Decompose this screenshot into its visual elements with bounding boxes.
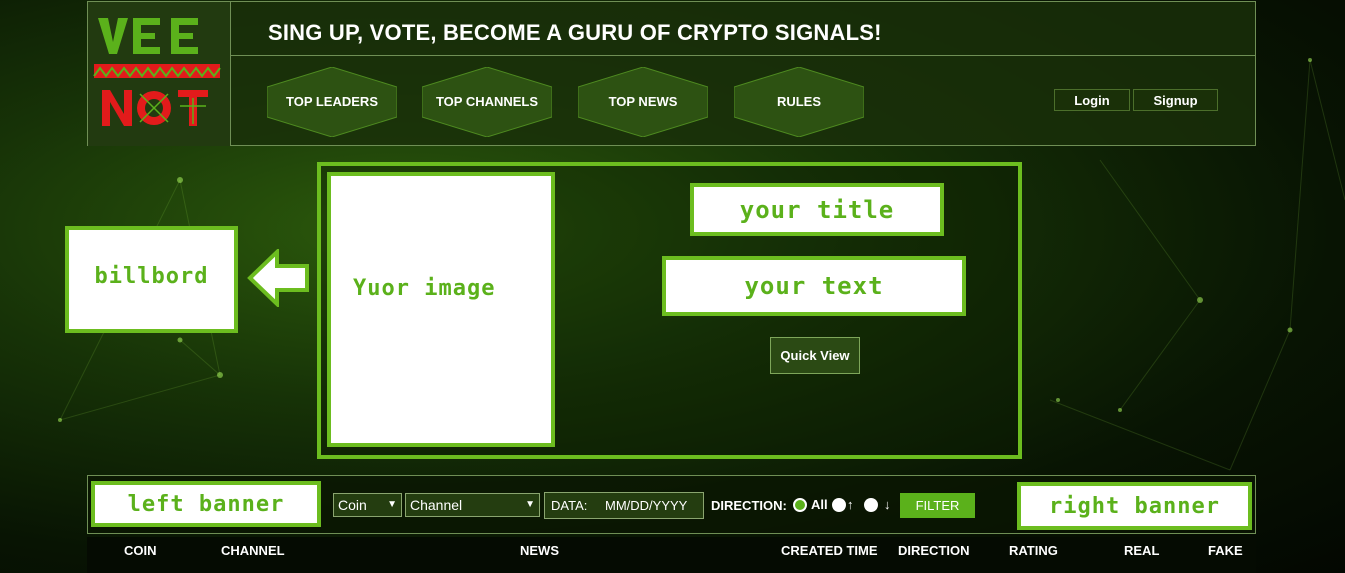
title-label: your title: [739, 195, 895, 224]
chevron-down-icon: ▼: [525, 499, 535, 510]
nav-label: TOP NEWS: [608, 94, 678, 109]
right-banner[interactable]: right banner: [1017, 482, 1252, 530]
title-box[interactable]: your title: [690, 183, 944, 236]
text-label: your text: [744, 272, 884, 300]
nav-rules[interactable]: RULES: [734, 67, 864, 137]
arrow-down-icon: ↓: [884, 497, 891, 512]
billboard-label: billbord: [94, 264, 209, 289]
column-header-real[interactable]: REAL: [1124, 543, 1159, 558]
nav-top-news[interactable]: TOP NEWS: [578, 67, 708, 137]
nav-label: TOP CHANNELS: [435, 94, 539, 109]
signup-button[interactable]: Signup: [1133, 89, 1218, 111]
channel-select[interactable]: Channel ▼: [405, 493, 540, 517]
text-box[interactable]: your text: [662, 256, 966, 316]
left-banner[interactable]: left banner: [91, 481, 321, 527]
direction-down-radio[interactable]: [864, 498, 878, 512]
nav-top-channels[interactable]: TOP CHANNELS: [422, 67, 552, 137]
logo[interactable]: [88, 2, 231, 146]
direction-all-label: All: [811, 497, 828, 512]
left-banner-label: left banner: [127, 491, 285, 517]
billboard-box[interactable]: billbord: [65, 226, 238, 333]
direction-all-radio[interactable]: [793, 498, 807, 512]
column-header-news[interactable]: NEWS: [520, 543, 559, 558]
date-field-label: DATA:: [551, 498, 588, 513]
image-placeholder[interactable]: Yuor image: [327, 172, 555, 447]
date-field[interactable]: DATA: MM/DD/YYYY: [544, 492, 704, 519]
tagline: SING UP, VOTE, BECOME A GURU OF CRYPTO S…: [268, 20, 882, 45]
header-divider: [231, 55, 1256, 56]
date-input-placeholder: MM/DD/YYYY: [605, 498, 688, 513]
quick-view-button[interactable]: Quick View: [770, 337, 860, 374]
nav-label: RULES: [776, 94, 822, 109]
column-header-rating[interactable]: RATING: [1009, 543, 1058, 558]
column-header-created-time[interactable]: CREATED TIME: [781, 543, 878, 558]
login-button[interactable]: Login: [1054, 89, 1130, 111]
nav-top-leaders[interactable]: TOP LEADERS: [267, 67, 397, 137]
column-header-channel[interactable]: CHANNEL: [221, 543, 285, 558]
filter-button[interactable]: FILTER: [900, 493, 975, 518]
arrow-left-icon: [247, 249, 309, 307]
coin-select-value: Coin: [338, 497, 367, 513]
column-header-fake[interactable]: FAKE: [1208, 543, 1243, 558]
direction-label: DIRECTION:: [711, 498, 787, 513]
channel-select-value: Channel: [410, 497, 463, 513]
right-banner-label: right banner: [1049, 493, 1220, 519]
chevron-down-icon: ▼: [387, 499, 397, 510]
arrow-up-icon: ↑: [847, 497, 854, 512]
nav-label: TOP LEADERS: [286, 94, 378, 109]
coin-select[interactable]: Coin ▼: [333, 493, 402, 517]
column-header-direction[interactable]: DIRECTION: [898, 543, 970, 558]
image-placeholder-label: Yuor image: [353, 276, 496, 301]
column-header-coin[interactable]: COIN: [124, 543, 157, 558]
direction-up-radio[interactable]: [832, 498, 846, 512]
